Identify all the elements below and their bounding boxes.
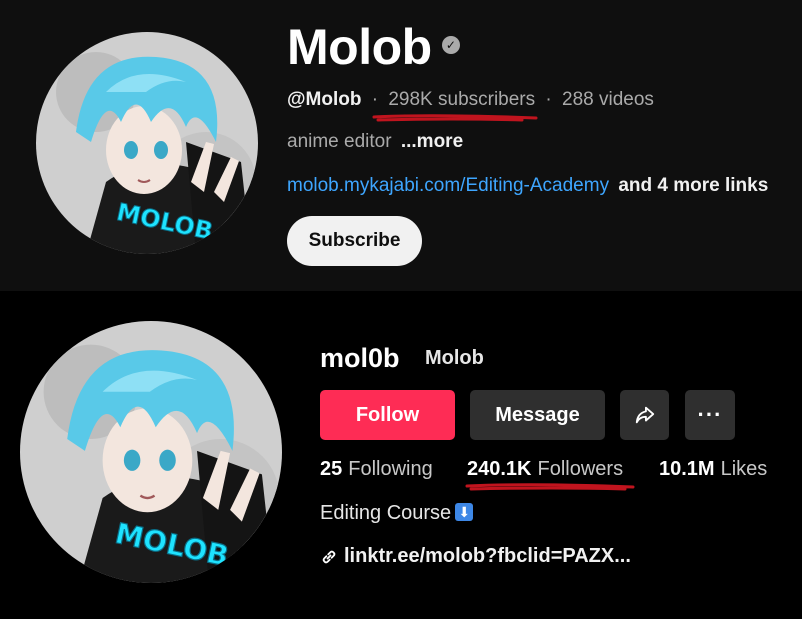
followers-count: 240.1K — [467, 458, 532, 480]
following-count: 25 — [320, 458, 343, 480]
youtube-channel-header: MOLOB Molob ✓ @Molob · 298K subscribers ·… — [0, 0, 802, 291]
channel-avatar[interactable]: MOLOB — [36, 32, 258, 254]
subscribe-button[interactable]: Subscribe — [287, 216, 422, 266]
more-link[interactable]: ...more — [401, 131, 463, 152]
meta-separator: · — [545, 89, 552, 110]
likes-stat: 10.1M Likes — [659, 458, 767, 481]
profile-username: mol0b — [320, 343, 400, 373]
likes-label: Likes — [720, 458, 768, 480]
channel-links: molob.mykajabi.com/Editing-Academy and 4… — [287, 175, 768, 197]
external-link[interactable]: molob.mykajabi.com/Editing-Academy — [287, 175, 609, 196]
follow-button[interactable]: Follow — [320, 390, 455, 440]
more-options-button[interactable]: ··· — [685, 390, 735, 440]
followers-label: Followers — [537, 458, 624, 480]
channel-name: Molob — [287, 19, 432, 75]
avatar-illustration: MOLOB — [20, 321, 282, 583]
meta-separator: · — [371, 89, 379, 110]
following-stat[interactable]: 25 Following — [320, 458, 433, 481]
avatar-illustration: MOLOB — [36, 32, 258, 254]
likes-count: 10.1M — [659, 458, 715, 480]
bio-text: Editing Course — [320, 502, 452, 524]
share-button[interactable] — [620, 390, 669, 440]
profile-nickname: Molob — [425, 347, 484, 369]
share-arrow-icon — [635, 406, 654, 424]
profile-link-text[interactable]: linktr.ee/molob?fbclid=PAZX... — [344, 545, 631, 568]
message-button[interactable]: Message — [470, 390, 605, 440]
profile-avatar[interactable]: MOLOB — [20, 321, 282, 583]
channel-title: Molob ✓ — [287, 18, 460, 76]
more-links[interactable]: and 4 more links — [618, 175, 768, 196]
link-icon — [322, 550, 336, 563]
followers-stat[interactable]: 240.1K Followers — [467, 458, 623, 481]
more-dots-icon: ··· — [697, 402, 723, 427]
description-text: anime editor — [287, 131, 392, 152]
following-label: Following — [348, 458, 433, 480]
down-arrow-icon: ⬇ — [455, 502, 474, 521]
subscriber-count: 298K subscribers — [388, 89, 536, 110]
followers-red-underline — [465, 483, 635, 491]
channel-description[interactable]: anime editor ...more — [287, 131, 463, 153]
channel-handle[interactable]: @Molob — [287, 89, 361, 110]
profile-bio: Editing Course ⬇ — [320, 502, 474, 525]
video-count: 288 videos — [562, 89, 654, 110]
profile-link[interactable]: linktr.ee/molob?fbclid=PAZX... — [320, 545, 631, 568]
tiktok-profile-header: MOLOB mol0b Molob Follow Message ··· 25 F… — [0, 291, 802, 619]
channel-meta: @Molob · 298K subscribers · 288 videos — [287, 89, 654, 111]
subscribers-red-underline — [372, 114, 538, 122]
verified-check-icon: ✓ — [441, 35, 460, 54]
